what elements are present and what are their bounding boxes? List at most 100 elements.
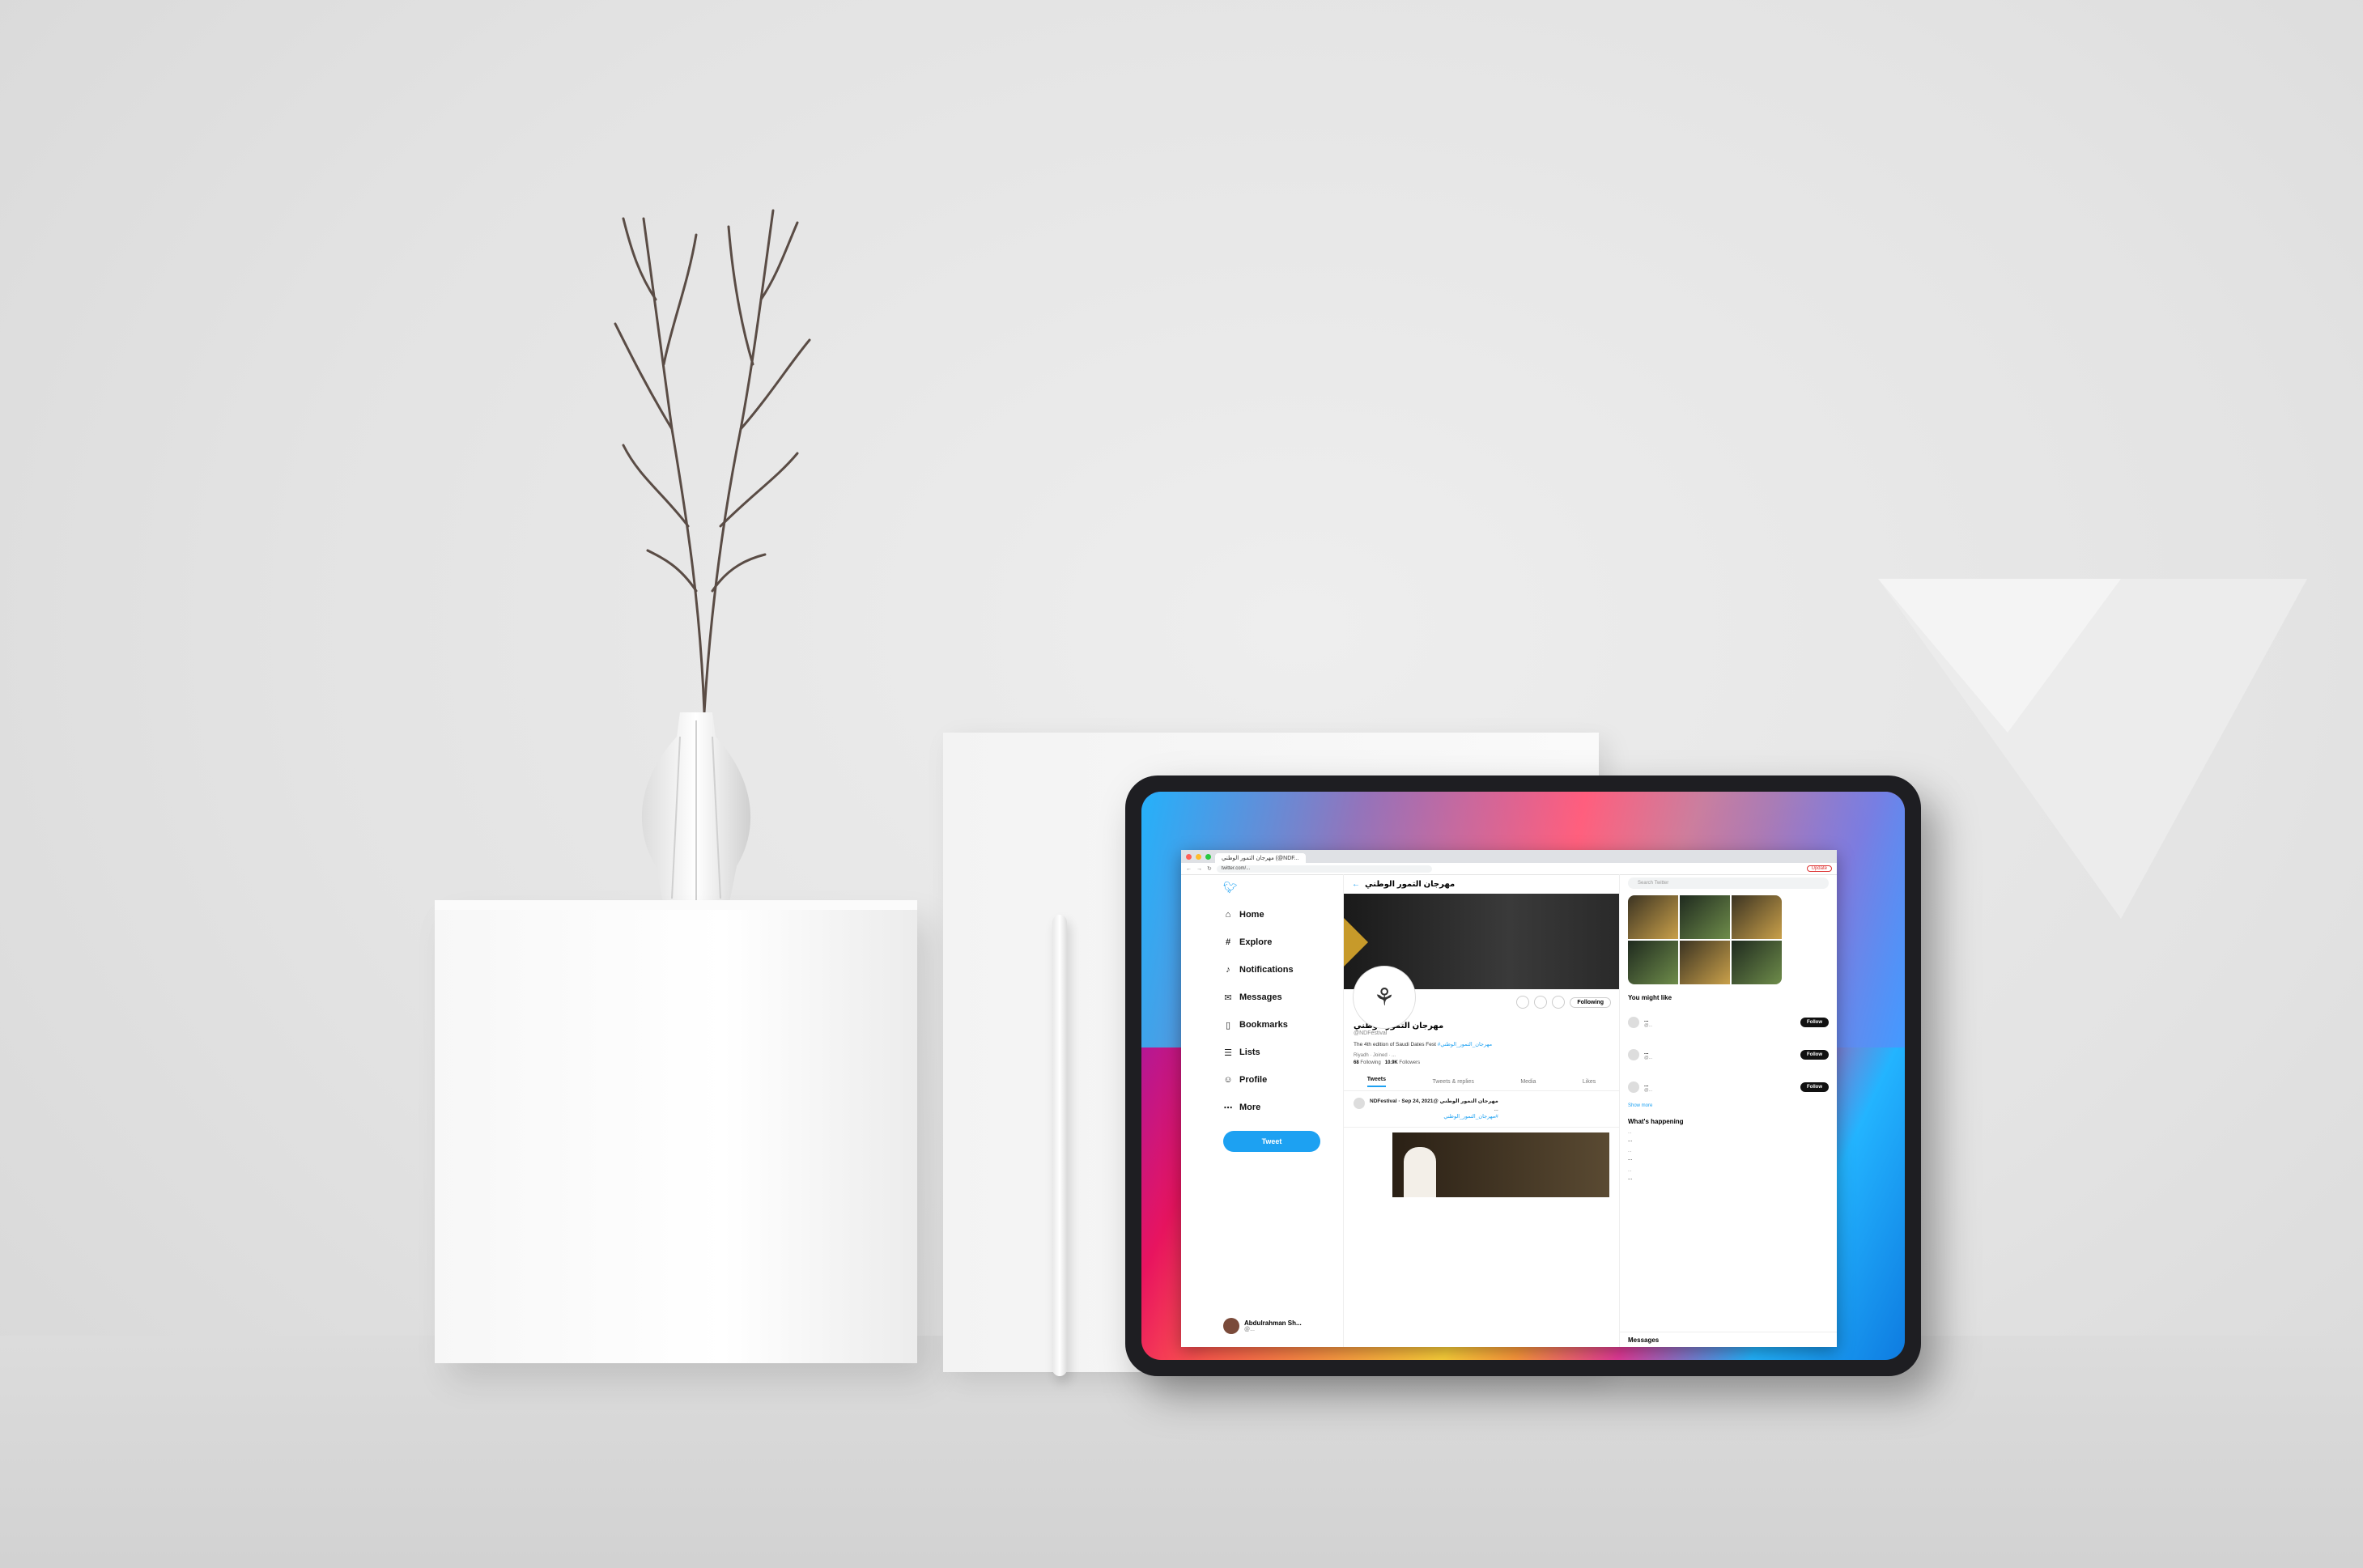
minimize-window-icon[interactable] [1196,853,1201,860]
close-window-icon[interactable] [1186,853,1192,860]
bio-text: The 4th edition of Saudi Dates Fest [1354,1042,1436,1047]
browser-tabbar: مهرجان التمور الوطني (@NDF... [1181,850,1837,863]
avatar [1354,1098,1365,1110]
tweet-hashtag-link[interactable]: #مهرجان_التمور_الوطني [1370,1113,1498,1120]
tweet-button[interactable]: Tweet [1223,1131,1320,1152]
tab-likes[interactable]: Likes [1583,1079,1596,1085]
follow-counts: 68 Following 10.9K Followers [1344,1058,1619,1068]
nav-item-notifications[interactable]: ♪ Notifications [1223,956,1337,984]
suggestion-item[interactable]: ... @... Follow [1628,1071,1829,1103]
avatar [1628,1017,1639,1028]
tab-tweets-replies[interactable]: Tweets & replies [1432,1079,1473,1085]
account-name: Abdulrahman Sh... [1244,1319,1302,1327]
nav-item-messages[interactable]: ✉ Messages [1223,984,1337,1011]
twitter-bird-icon[interactable]: 🐦︎ [1223,881,1337,894]
list-icon: ☰ [1224,1047,1232,1058]
profile-avatar[interactable]: ⚘ [1354,967,1415,1028]
nav-item-explore[interactable]: # Explore [1223,928,1337,956]
explore-icon: # [1225,937,1231,947]
profile-tabs: Tweets Tweets & replies Media Likes [1344,1073,1619,1092]
message-icon[interactable] [1534,996,1548,1009]
profile-handle: @NDFestival [1354,1030,1388,1036]
notify-icon[interactable] [1552,996,1566,1009]
twitter-app: 🐦︎ ⌂ Home # Explore ♪ Notifications ✉ Me… [1181,874,1837,1347]
nav-label: More [1239,1103,1261,1112]
suggestion-name: ... [1644,1049,1649,1056]
maximize-window-icon[interactable] [1205,853,1211,860]
tweet-image[interactable] [1392,1132,1609,1198]
avatar [1223,1318,1239,1334]
back-arrow-icon[interactable]: ← [1186,866,1192,872]
nav-item-bookmarks[interactable]: ▯ Bookmarks [1223,1011,1337,1039]
avatar [1628,1049,1639,1060]
suggestion-item[interactable]: ... @... Follow [1628,1006,1829,1039]
suggestion-item[interactable]: ... @... Follow [1628,1039,1829,1071]
mail-icon: ✉ [1224,992,1232,1003]
following-button[interactable]: Following [1570,996,1611,1008]
stylus-pencil [1052,915,1067,1376]
trend-text: ... [1628,1137,1633,1143]
search-input[interactable]: Search Twitter [1628,877,1829,889]
trend-item[interactable]: ... ... [1628,1149,1829,1162]
profile-column: ← مهرجان التمور الوطني ⚘ Following مهرجا… [1343,874,1620,1347]
account-switcher[interactable]: Abdulrahman Sh... @... [1223,1318,1302,1334]
tab-tweets[interactable]: Tweets [1366,1077,1386,1087]
avatar [1628,1081,1639,1093]
more-icon: ⋯ [1223,1103,1233,1113]
nav-label: Home [1239,910,1264,920]
trend-text: ... [1628,1156,1633,1162]
suggestion-handle: @... [1644,1022,1653,1028]
forward-arrow-icon[interactable]: → [1196,866,1202,872]
followers-count[interactable]: 10.9K [1385,1060,1398,1065]
nav-label: Notifications [1239,965,1294,975]
follow-button[interactable]: Follow [1800,1050,1829,1060]
nav-label: Lists [1239,1047,1260,1057]
home-icon: ⌂ [1225,910,1231,920]
suggestions-title: You might like [1628,994,1672,1001]
update-button[interactable]: Update [1806,865,1832,872]
paper-triangle-decoration [1878,579,2307,919]
show-more-link[interactable]: Show more [1628,1103,1829,1108]
nav-item-home[interactable]: ⌂ Home [1223,901,1337,928]
suggestion-handle: @... [1644,1055,1653,1060]
nav-item-lists[interactable]: ☰ Lists [1223,1039,1337,1066]
following-count[interactable]: 68 [1354,1060,1359,1065]
nav-item-profile[interactable]: ☺ Profile [1223,1066,1337,1094]
reload-icon[interactable]: ↻ [1207,865,1212,872]
browser-window: مهرجان التمور الوطني (@NDF... ← → ↻ twit… [1181,850,1837,1347]
media-grid[interactable] [1628,895,1782,984]
vase-decoration [641,712,751,907]
browser-tab[interactable]: مهرجان التمور الوطني (@NDF... [1215,853,1306,863]
header-title: مهرجان التمور الوطني [1365,879,1456,889]
nav-label: Bookmarks [1239,1020,1288,1030]
nav-item-more[interactable]: ⋯ More [1223,1094,1337,1121]
tab-media[interactable]: Media [1520,1079,1536,1085]
tweet-item[interactable]: مهرجان التمور الوطني @NDFestival · Sep 2… [1344,1091,1619,1128]
media-thumb[interactable] [1732,941,1782,984]
bio-hashtag-link[interactable]: #مهرجان_التمور_الوطني [1438,1042,1492,1047]
profile-banner[interactable]: ⚘ [1344,894,1619,1028]
media-thumb[interactable] [1628,941,1678,984]
trend-meta: ... [1628,1149,1632,1154]
address-bar: ← → ↻ twitter.com/... Update [1181,863,1837,875]
branches-decoration [614,209,811,712]
media-thumb[interactable] [1628,895,1678,939]
trend-item[interactable]: ... ... [1628,1168,1829,1182]
cube-top [435,900,917,910]
profile-header-bar: ← مهرجان التمور الوطني [1344,874,1619,894]
follow-button[interactable]: Follow [1800,1018,1829,1027]
more-options-icon[interactable] [1516,996,1530,1009]
media-thumb[interactable] [1680,941,1730,984]
profile-icon: ☺ [1223,1075,1233,1085]
trend-meta: ... [1628,1130,1632,1135]
messages-drawer[interactable]: Messages [1620,1332,1837,1347]
url-input[interactable]: twitter.com/... [1216,865,1432,873]
media-thumb[interactable] [1732,895,1782,939]
trend-item[interactable]: ... ... [1628,1130,1829,1144]
media-thumb[interactable] [1680,895,1730,939]
nav-label: Explore [1239,937,1273,947]
back-arrow-icon[interactable]: ← [1352,880,1360,889]
follow-button[interactable]: Follow [1800,1082,1829,1092]
suggestion-handle: @... [1644,1087,1653,1093]
left-navigation: 🐦︎ ⌂ Home # Explore ♪ Notifications ✉ Me… [1181,874,1343,1347]
